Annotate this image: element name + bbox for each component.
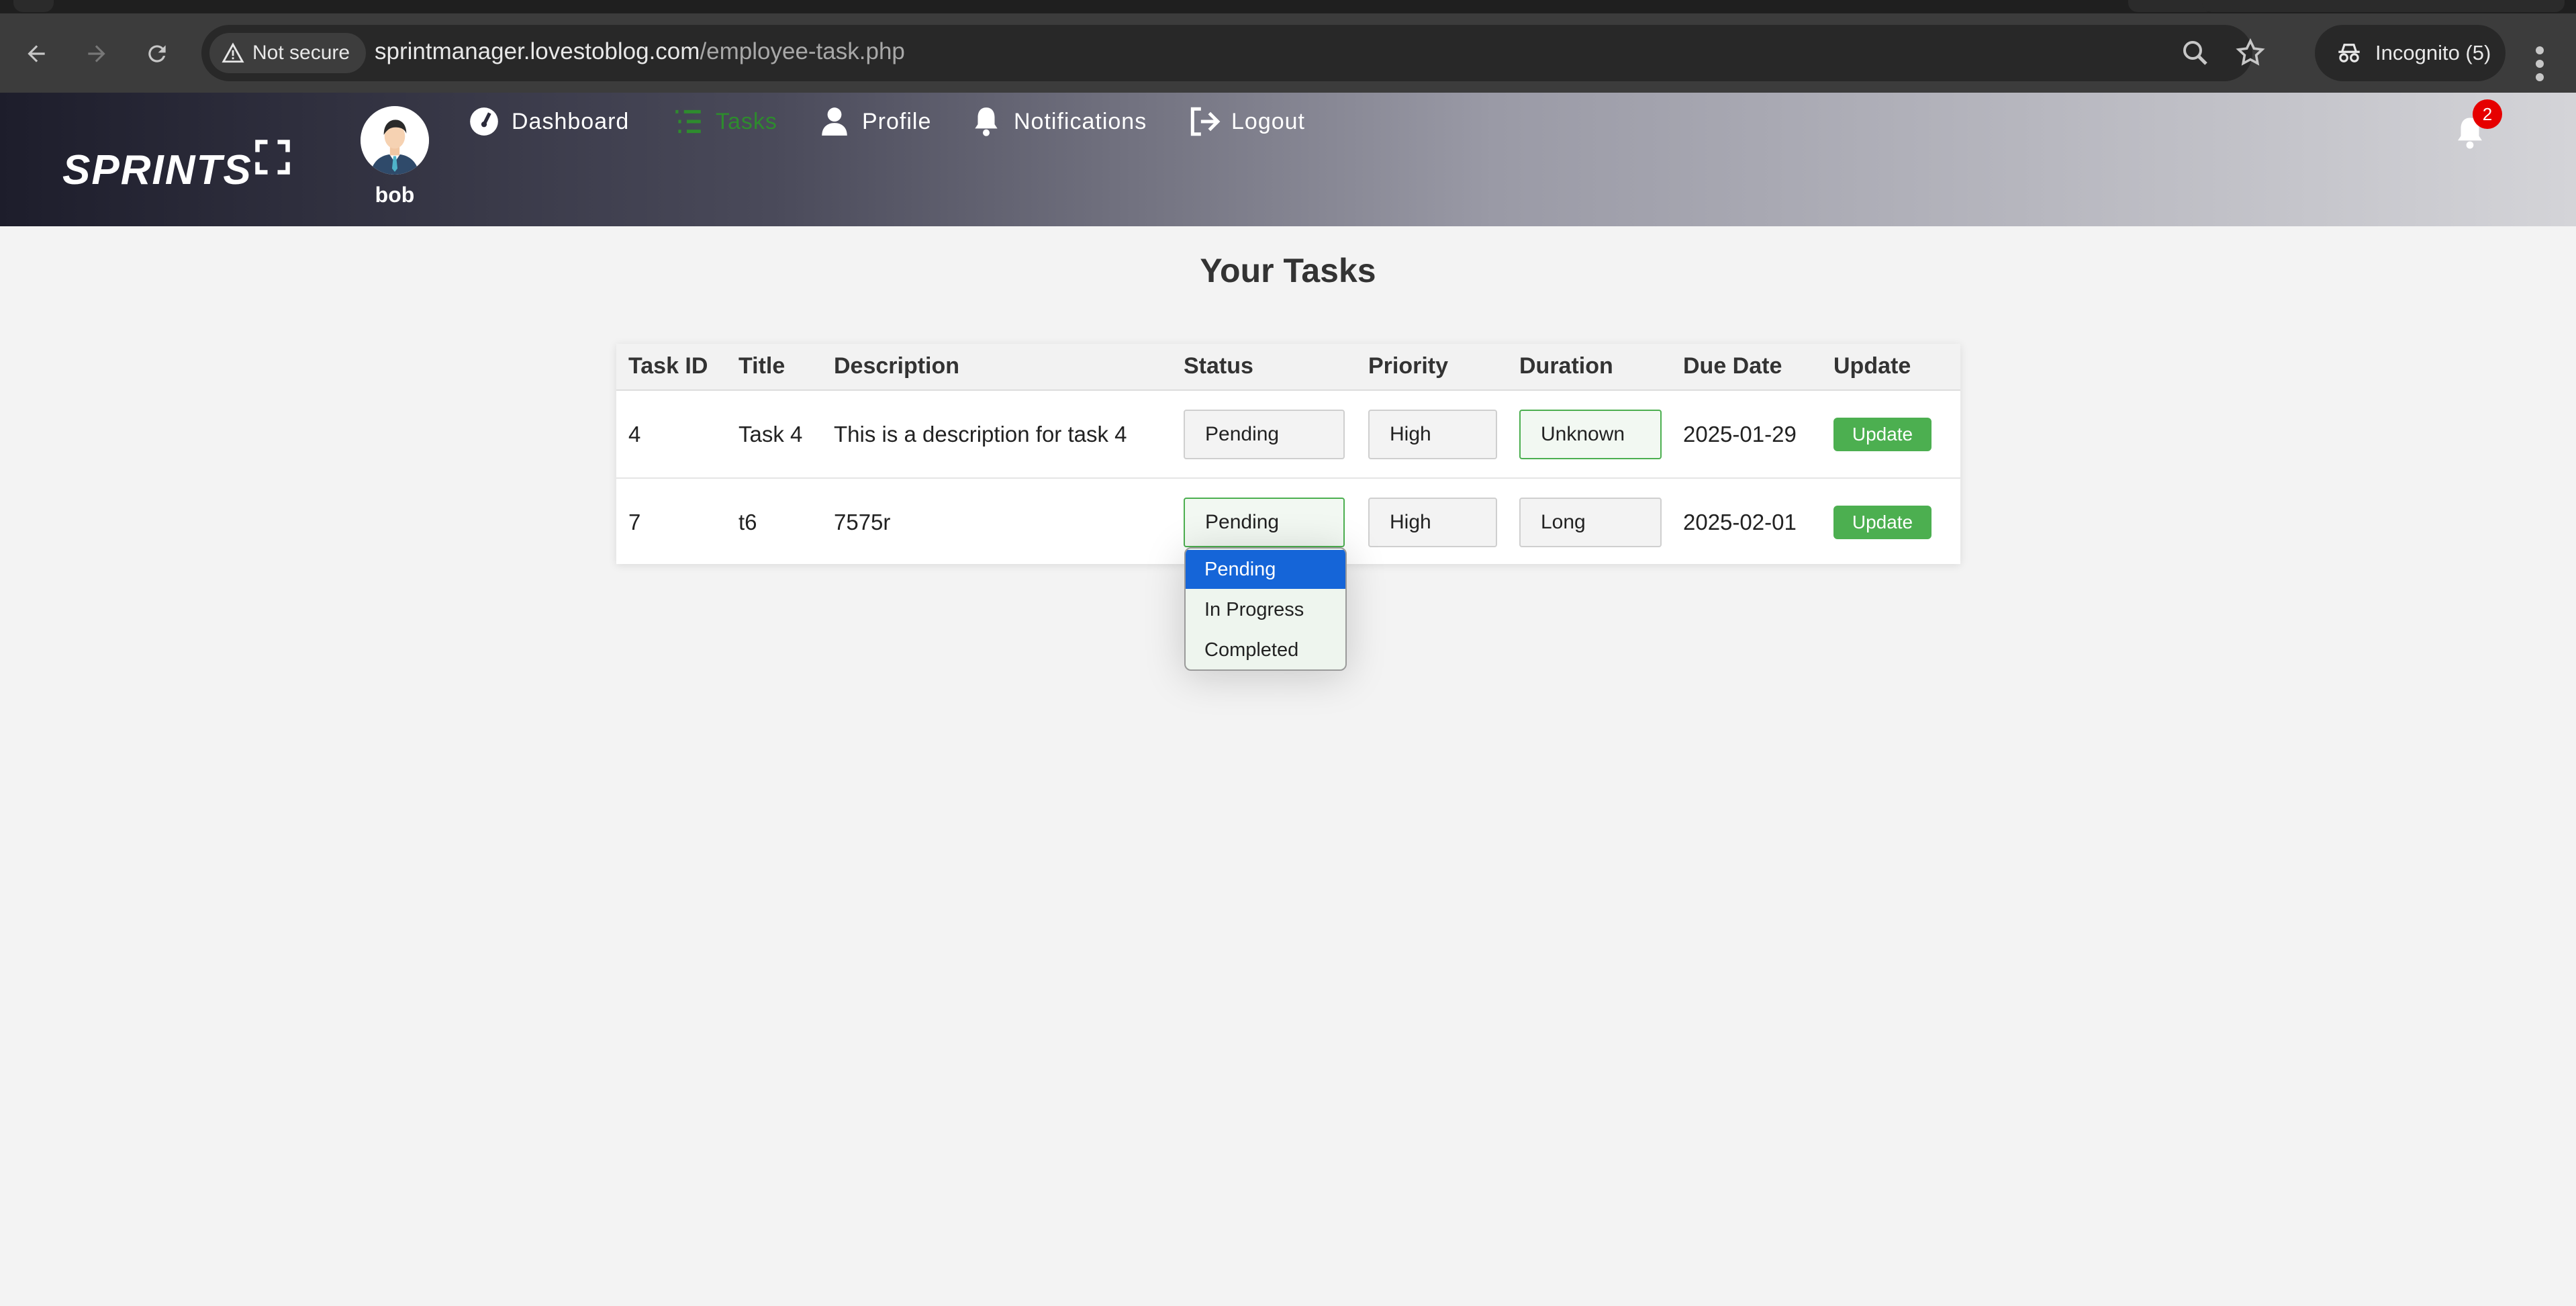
avatar[interactable] [361, 106, 429, 175]
nav-label: Tasks [716, 108, 777, 134]
col-status: Status [1184, 353, 1253, 379]
nav-tasks[interactable]: Tasks [671, 103, 777, 140]
browser-menu-icon[interactable] [2530, 44, 2550, 84]
nav-label: Dashboard [512, 108, 630, 134]
bookmark-star-icon[interactable] [2234, 37, 2267, 69]
url-host: sprintmanager.lovestoblog.com [375, 38, 700, 64]
security-label: Not secure [252, 42, 350, 64]
col-update: Update [1833, 353, 1911, 379]
fullscreen-icon[interactable] [252, 137, 293, 177]
duration-select[interactable]: Long [1519, 498, 1662, 547]
back-arrow-icon [28, 45, 45, 62]
app-header: SPRINTS bob Dashboard Tasks Profile Noti… [0, 93, 2576, 226]
nav-label: Notifications [1014, 108, 1147, 134]
status-option-in-progress[interactable]: In Progress [1186, 590, 1345, 629]
cell-title: Task 4 [738, 422, 803, 447]
cell-task-id: 7 [628, 510, 641, 534]
update-button[interactable]: Update [1833, 418, 1931, 451]
status-option-pending[interactable]: Pending [1186, 550, 1345, 589]
incognito-label: Incognito (5) [2375, 41, 2491, 64]
col-task-id: Task ID [628, 353, 708, 379]
reload-icon [148, 45, 166, 62]
zoom-icon[interactable] [2179, 37, 2211, 69]
status-select[interactable]: Pending [1184, 498, 1345, 547]
table-header: Task ID Title Description Status Priorit… [616, 344, 1960, 391]
page-title: Your Tasks [1200, 252, 1376, 289]
col-priority: Priority [1368, 353, 1449, 379]
forward-button[interactable] [77, 34, 117, 74]
cell-description: 7575r [834, 510, 891, 534]
nav-dashboard[interactable]: Dashboard [467, 103, 629, 140]
incognito-chip[interactable]: Incognito (5) [2315, 25, 2506, 81]
reload-button[interactable] [137, 34, 177, 74]
forward-arrow-icon [88, 45, 105, 62]
warning-icon [222, 42, 244, 63]
nav-profile[interactable]: Profile [818, 103, 931, 140]
priority-select[interactable]: High [1368, 498, 1497, 547]
col-duration: Duration [1519, 353, 1613, 379]
logout-icon [1190, 107, 1221, 136]
update-button[interactable]: Update [1833, 506, 1931, 539]
duration-select[interactable]: Unknown [1519, 410, 1662, 459]
tab-edge [13, 0, 54, 12]
col-description: Description [834, 353, 960, 379]
user-icon [822, 107, 847, 136]
nav-notifications[interactable]: Notifications [969, 103, 1147, 140]
tab-edge [2202, 0, 2565, 12]
gauge-icon [470, 107, 498, 136]
cell-due-date: 2025-01-29 [1683, 422, 1797, 447]
browser-tab-strip [0, 0, 2576, 13]
back-button[interactable] [16, 34, 56, 74]
incognito-icon [2338, 44, 2360, 62]
status-option-completed[interactable]: Completed [1186, 631, 1345, 669]
address-bar[interactable]: Not secure sprintmanager.lovestoblog.com… [201, 25, 2265, 81]
nav-logout[interactable]: Logout [1187, 103, 1305, 140]
brand-logo[interactable]: SPRINTS [62, 146, 252, 194]
col-title: Title [738, 353, 785, 379]
url-path: /employee-task.php [700, 38, 905, 64]
cell-task-id: 4 [628, 422, 641, 447]
priority-select[interactable]: High [1368, 410, 1497, 459]
user-avatar-icon [361, 106, 429, 175]
url-text[interactable]: sprintmanager.lovestoblog.com/employee-t… [375, 38, 905, 65]
security-chip[interactable]: Not secure [209, 33, 367, 73]
cell-title: t6 [738, 510, 757, 534]
list-icon [675, 109, 701, 134]
nav-label: Logout [1231, 108, 1305, 134]
status-dropdown-menu: Pending In Progress Completed [1184, 547, 1347, 671]
username: bob [375, 183, 415, 207]
nav-label: Profile [862, 108, 932, 134]
status-select[interactable]: Pending [1184, 410, 1345, 459]
task-table: Task ID Title Description Status Priorit… [616, 344, 1960, 564]
notification-badge[interactable]: 2 [2473, 99, 2502, 129]
col-due-date: Due Date [1683, 353, 1782, 379]
browser-toolbar: Not secure sprintmanager.lovestoblog.com… [0, 13, 2576, 93]
table-row: 4 Task 4 This is a description for task … [616, 391, 1960, 477]
cell-description: This is a description for task 4 [834, 422, 1127, 447]
cell-due-date: 2025-02-01 [1683, 510, 1797, 534]
bell-icon [975, 107, 998, 136]
